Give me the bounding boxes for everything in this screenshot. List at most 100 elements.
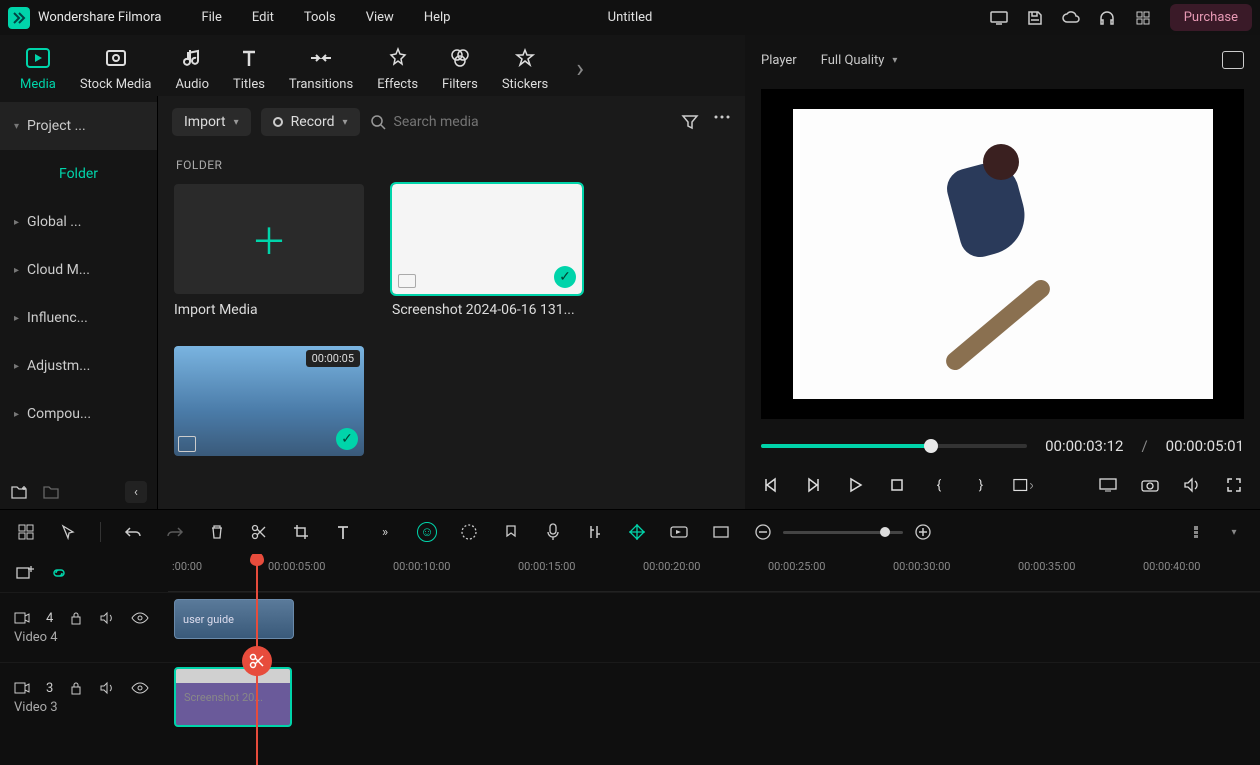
text-icon[interactable] xyxy=(333,522,353,542)
zoom-in-icon[interactable] xyxy=(913,522,933,542)
sidebar-project[interactable]: ▾Project ... xyxy=(0,102,157,150)
prev-frame-icon[interactable] xyxy=(761,475,781,495)
step-back-icon[interactable] xyxy=(803,475,823,495)
sidebar-folder[interactable]: Folder xyxy=(0,150,157,198)
tab-stickers[interactable]: Stickers xyxy=(502,45,548,92)
menu-tools[interactable]: Tools xyxy=(304,10,336,25)
split-icon[interactable] xyxy=(249,522,269,542)
video-card[interactable]: 00:00:05 ✓ xyxy=(174,346,364,456)
redo-icon[interactable] xyxy=(165,522,185,542)
ai-icon[interactable]: ☺ xyxy=(417,522,437,542)
track-head-4: 4 Video 4 xyxy=(0,592,168,662)
headphones-icon[interactable] xyxy=(1098,9,1116,27)
playhead[interactable] xyxy=(256,554,258,765)
tab-audio[interactable]: Audio xyxy=(176,45,209,92)
filter-icon[interactable] xyxy=(681,114,699,130)
sidebar-global[interactable]: ▸Global ... xyxy=(0,198,157,246)
stop-icon[interactable] xyxy=(887,475,907,495)
menu-help[interactable]: Help xyxy=(424,10,451,25)
progress-bar[interactable] xyxy=(761,444,1027,448)
more-tools-icon[interactable]: » xyxy=(375,522,395,542)
display-out-icon[interactable] xyxy=(1098,475,1118,495)
folder-out-icon[interactable] xyxy=(42,484,60,500)
delete-icon[interactable] xyxy=(207,522,227,542)
more-icon[interactable] xyxy=(713,114,731,130)
zoom-knob[interactable] xyxy=(880,527,890,537)
speed-icon[interactable] xyxy=(459,522,479,542)
apps-icon[interactable] xyxy=(1134,9,1152,27)
mute-icon[interactable] xyxy=(99,681,115,695)
progress-knob[interactable] xyxy=(924,439,938,453)
new-folder-icon[interactable] xyxy=(10,484,28,500)
visible-icon[interactable] xyxy=(131,682,149,694)
view-icon[interactable] xyxy=(1190,522,1210,542)
zoom-slider[interactable] xyxy=(783,531,903,534)
menu-view[interactable]: View xyxy=(366,10,394,25)
toolbar-right xyxy=(681,114,731,130)
tab-effects[interactable]: Effects xyxy=(377,45,418,92)
sidebar-influencer[interactable]: ▸Influenc... xyxy=(0,294,157,342)
play-icon[interactable] xyxy=(845,475,865,495)
mark-in-icon[interactable]: { xyxy=(929,475,949,495)
menu-edit[interactable]: Edit xyxy=(252,10,274,25)
sidebar-cloud[interactable]: ▸Cloud M... xyxy=(0,246,157,294)
scope-icon[interactable] xyxy=(1222,51,1244,69)
add-track-icon[interactable] xyxy=(16,565,34,581)
link-icon[interactable] xyxy=(50,566,68,580)
save-icon[interactable] xyxy=(1026,9,1044,27)
keyframe-icon[interactable] xyxy=(627,522,647,542)
fullscreen-icon[interactable] xyxy=(1224,475,1244,495)
track-row-4[interactable]: user guide xyxy=(168,592,1260,662)
track-row-3[interactable]: Screenshot 20... xyxy=(168,662,1260,732)
import-card[interactable]: ＋ Import Media xyxy=(174,184,364,318)
panels-icon[interactable] xyxy=(16,522,36,542)
view-dropdown-icon[interactable]: ▾ xyxy=(1224,522,1244,542)
visible-icon[interactable] xyxy=(131,612,149,624)
mark-out-icon[interactable]: } xyxy=(971,475,991,495)
tab-transitions[interactable]: Transitions xyxy=(289,45,353,92)
media-panel: Media Stock Media Audio Titles Transitio… xyxy=(0,35,745,509)
screenshot-card[interactable]: ✓ Screenshot 2024-06-16 131... xyxy=(392,184,582,318)
tab-media[interactable]: Media xyxy=(20,45,56,92)
render-icon[interactable] xyxy=(669,522,689,542)
purchase-button[interactable]: Purchase xyxy=(1170,4,1252,31)
display-icon[interactable] xyxy=(990,9,1008,27)
preview-area[interactable] xyxy=(761,89,1244,419)
playhead-handle[interactable] xyxy=(250,554,264,566)
fit-icon[interactable] xyxy=(711,522,731,542)
voice-icon[interactable] xyxy=(543,522,563,542)
timeline-ruler[interactable]: :00:00 00:00:05:00 00:00:10:00 00:00:15:… xyxy=(168,554,1260,592)
menu-file[interactable]: File xyxy=(201,10,221,25)
lock-icon[interactable] xyxy=(69,681,83,695)
cloud-icon[interactable] xyxy=(1062,9,1080,27)
cursor-icon[interactable] xyxy=(58,522,78,542)
cut-bubble-icon[interactable] xyxy=(242,646,272,676)
sidebar-compound[interactable]: ▸Compou... xyxy=(0,390,157,438)
zoom-out-icon[interactable] xyxy=(753,522,773,542)
video-duration: 00:00:05 xyxy=(306,350,360,367)
lock-icon[interactable] xyxy=(69,611,83,625)
undo-icon[interactable] xyxy=(123,522,143,542)
timeline-tracks[interactable]: :00:00 00:00:05:00 00:00:10:00 00:00:15:… xyxy=(168,554,1260,765)
clip-image[interactable]: Screenshot 20... xyxy=(174,667,292,727)
sidebar-adjustment[interactable]: ▸Adjustm... xyxy=(0,342,157,390)
tab-transitions-label: Transitions xyxy=(289,77,353,92)
volume-icon[interactable] xyxy=(1182,475,1202,495)
quality-dropdown[interactable]: Full Quality▾ xyxy=(821,53,898,68)
tab-titles[interactable]: Titles xyxy=(233,45,265,92)
ratio-dropdown[interactable] xyxy=(1013,475,1033,495)
collapse-sidebar-icon[interactable]: ‹ xyxy=(125,481,147,503)
snapshot-icon[interactable] xyxy=(1140,475,1160,495)
record-button[interactable]: Record▾ xyxy=(261,108,360,136)
search-input[interactable] xyxy=(394,114,671,130)
audio-icon xyxy=(179,45,205,71)
clip-video[interactable]: user guide xyxy=(174,599,294,639)
import-button[interactable]: Import▾ xyxy=(172,108,251,136)
tab-filters[interactable]: Filters xyxy=(442,45,478,92)
crop-icon[interactable] xyxy=(291,522,311,542)
tab-stock-media[interactable]: Stock Media xyxy=(80,45,152,92)
mixer-icon[interactable] xyxy=(585,522,605,542)
nav-more-icon[interactable]: › xyxy=(576,54,584,84)
marker-icon[interactable] xyxy=(501,522,521,542)
mute-icon[interactable] xyxy=(99,611,115,625)
